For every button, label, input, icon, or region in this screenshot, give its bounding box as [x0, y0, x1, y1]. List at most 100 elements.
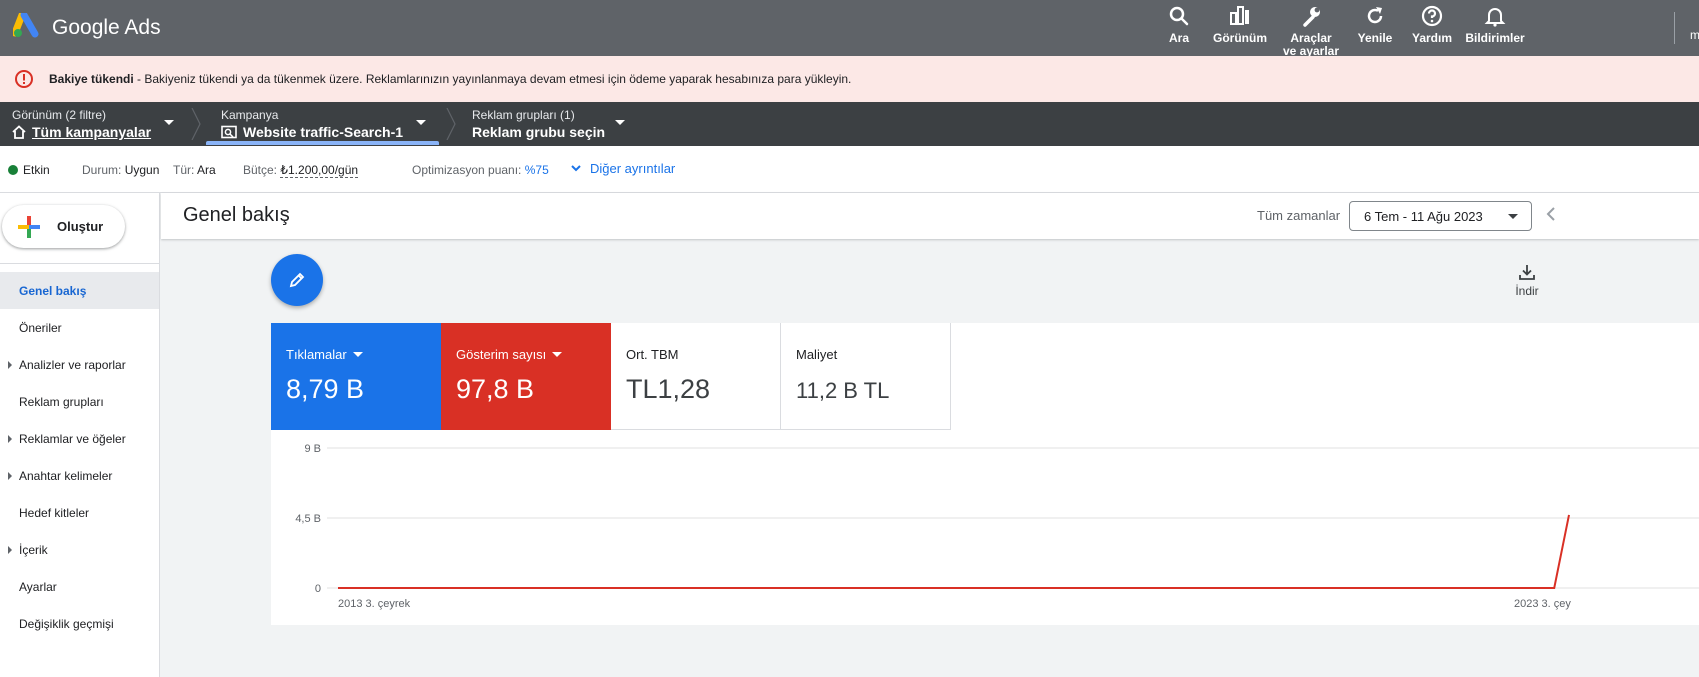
chevron-left-icon[interactable]	[1545, 206, 1557, 222]
sidebar-item-label: Değişiklik geçmişi	[19, 617, 114, 631]
balance-alert-banner: Bakiye tükendi - Bakiyeniz tükendi ya da…	[0, 56, 1699, 102]
date-range-value: 6 Tem - 11 Ağu 2023	[1364, 209, 1483, 224]
metric-value: 11,2 B TL	[796, 378, 890, 403]
campaign-selector[interactable]: Kampanya Website traffic-Search-1	[221, 108, 403, 140]
chevron-down-icon	[1508, 214, 1518, 219]
google-ads-logo[interactable]: Google Ads	[13, 13, 161, 39]
campaign-dropdown-caret-icon[interactable]	[416, 120, 426, 125]
download-button[interactable]: İndir	[1503, 263, 1551, 298]
type-label: Tür:	[173, 163, 195, 177]
metric-card-impressions[interactable]: Gösterim sayısı 97,8 B	[441, 323, 611, 430]
sidebar-item-ads-assets[interactable]: Reklamlar ve öğeler	[0, 420, 159, 457]
budget-value[interactable]: ₺1.200,00/gün	[280, 163, 359, 178]
metric-card-avg-cpc[interactable]: Ort. TBM TL1,28	[611, 323, 781, 430]
ad-group-label: Reklam grupları (1)	[472, 108, 575, 122]
tools-settings-label-1: Araçlar	[1290, 31, 1332, 45]
sidebar-item-settings[interactable]: Ayarlar	[0, 568, 159, 605]
date-range-selector[interactable]: 6 Tem - 11 Ağu 2023	[1349, 201, 1532, 231]
campaign-state: Etkin	[8, 163, 50, 177]
sidebar-item-label: Hedef kitleler	[19, 506, 90, 520]
error-icon	[15, 70, 33, 88]
sidebar-item-audiences[interactable]: Hedef kitleler	[0, 494, 159, 531]
date-range-preset[interactable]: Tüm zamanlar	[1257, 208, 1340, 223]
line-chart: 9 B 4,5 B 0 2013 3. çeyrek 2023 3. çey	[295, 443, 1699, 610]
expand-arrow-icon	[8, 472, 12, 480]
optimization-value[interactable]: %75	[525, 163, 549, 177]
metric-value: 97,8 B	[456, 374, 535, 404]
campaign-durum: Durum: Uygun	[82, 163, 159, 177]
active-crumb-indicator	[206, 141, 439, 145]
sidebar-item-content[interactable]: İçerik	[0, 531, 159, 568]
x-tick-label: 2013 3. çeyrek	[338, 598, 411, 610]
view-filter-label: Görünüm (2 filtre)	[12, 108, 107, 122]
create-button[interactable]: Oluştur	[2, 205, 125, 248]
sidebar-item-label: Ayarlar	[19, 580, 57, 594]
expand-arrow-icon	[8, 546, 12, 554]
sidebar-item-label: Öneriler	[19, 321, 62, 335]
more-details-label: Diğer ayrıntılar	[590, 161, 676, 176]
search-button-label: Ara	[1168, 31, 1189, 45]
metric-card-clicks[interactable]: Tıklamalar 8,79 B	[271, 323, 441, 430]
breadcrumb-separator-icon	[446, 108, 456, 140]
sidebar-item-insights-reports[interactable]: Analizler ve raporlar	[0, 346, 159, 383]
notifications-button[interactable]: Bildirimler	[1455, 4, 1535, 45]
plus-icon	[18, 216, 40, 238]
metric-name: Maliyet	[796, 347, 838, 362]
appearance-button[interactable]: Görünüm	[1200, 4, 1280, 45]
y-tick-label: 9 B	[304, 443, 321, 455]
sidebar-item-ad-groups[interactable]: Reklam grupları	[0, 383, 159, 420]
expand-arrow-icon	[8, 361, 12, 369]
sidebar-item-label: İçerik	[19, 543, 48, 557]
wrench-icon	[1303, 7, 1320, 27]
top-header: Google Ads Ara Görünüm Araçlar ve ayarla…	[0, 0, 1699, 58]
header-divider	[1674, 12, 1675, 44]
y-tick-label: 4,5 B	[295, 513, 321, 525]
campaign-budget: Bütçe: ₺1.200,00/gün	[243, 163, 359, 178]
durum-label: Durum:	[82, 163, 122, 177]
sidebar-item-change-history[interactable]: Değişiklik geçmişi	[0, 605, 159, 642]
alert-message: - Bakiyeniz tükendi ya da tükenmek üzere…	[133, 72, 852, 86]
optimization-label: Optimizasyon puanı:	[412, 163, 522, 177]
app-title: Google Ads	[52, 16, 161, 39]
sidebar-item-label: Reklam grupları	[19, 395, 104, 409]
alert-title: Bakiye tükendi	[49, 72, 134, 86]
sidebar-item-keywords[interactable]: Anahtar kelimeler	[0, 457, 159, 494]
help-button-label: Yardım	[1411, 31, 1453, 45]
status-dot-icon	[8, 165, 18, 175]
refresh-icon	[1367, 7, 1383, 24]
campaign-state-text: Etkin	[23, 163, 50, 177]
type-value: Ara	[197, 163, 216, 177]
page-title: Genel bakış	[183, 204, 290, 226]
sidebar-item-label: Reklamlar ve öğeler	[19, 432, 126, 446]
optimization-score: Optimizasyon puanı: %75	[412, 163, 549, 177]
metric-name: Ort. TBM	[626, 347, 679, 362]
ad-group-dropdown-caret-icon[interactable]	[615, 120, 625, 125]
search-icon	[1169, 6, 1189, 26]
alert-text: Bakiye tükendi - Bakiyeniz tükendi ya da…	[49, 72, 851, 86]
edit-button[interactable]	[271, 254, 323, 306]
sidebar: Oluştur Genel bakış Öneriler Analizler v…	[0, 193, 160, 677]
expand-arrow-icon	[8, 435, 12, 443]
durum-value: Uygun	[124, 163, 160, 177]
sidebar-divider	[0, 263, 160, 264]
x-tick-label: 2023 3. çey	[1514, 598, 1571, 610]
sidebar-item-label: Anahtar kelimeler	[19, 469, 113, 483]
series-line[interactable]	[338, 514, 1570, 589]
ad-group-selector[interactable]: Reklam grupları (1) Reklam grubu seçin	[472, 108, 605, 140]
view-dropdown-caret-icon[interactable]	[164, 120, 174, 125]
google-ads-logo-icon	[13, 13, 39, 38]
account-menu[interactable]: m	[1690, 28, 1699, 42]
view-filter-selector[interactable]: Görünüm (2 filtre) Tüm kampanyalar	[12, 108, 151, 140]
refresh-button-label: Yenile	[1357, 31, 1393, 45]
view-filter-value: Tüm kampanyalar	[32, 124, 152, 140]
sidebar-item-recommendations[interactable]: Öneriler	[0, 309, 159, 346]
sidebar-item-overview[interactable]: Genel bakış	[0, 272, 159, 309]
metric-value: TL1,28	[626, 374, 711, 404]
metric-value: 8,79 B	[286, 374, 365, 404]
campaign-label: Kampanya	[221, 108, 279, 122]
campaign-status-bar: Etkin Durum: Uygun Tür: Ara Bütçe: ₺1.20…	[0, 146, 1699, 193]
create-button-label: Oluştur	[57, 219, 104, 234]
more-details-button[interactable]: Diğer ayrıntılar	[570, 161, 675, 176]
metric-card-cost[interactable]: Maliyet 11,2 B TL	[781, 323, 951, 430]
sidebar-item-label: Genel bakış	[19, 284, 87, 298]
